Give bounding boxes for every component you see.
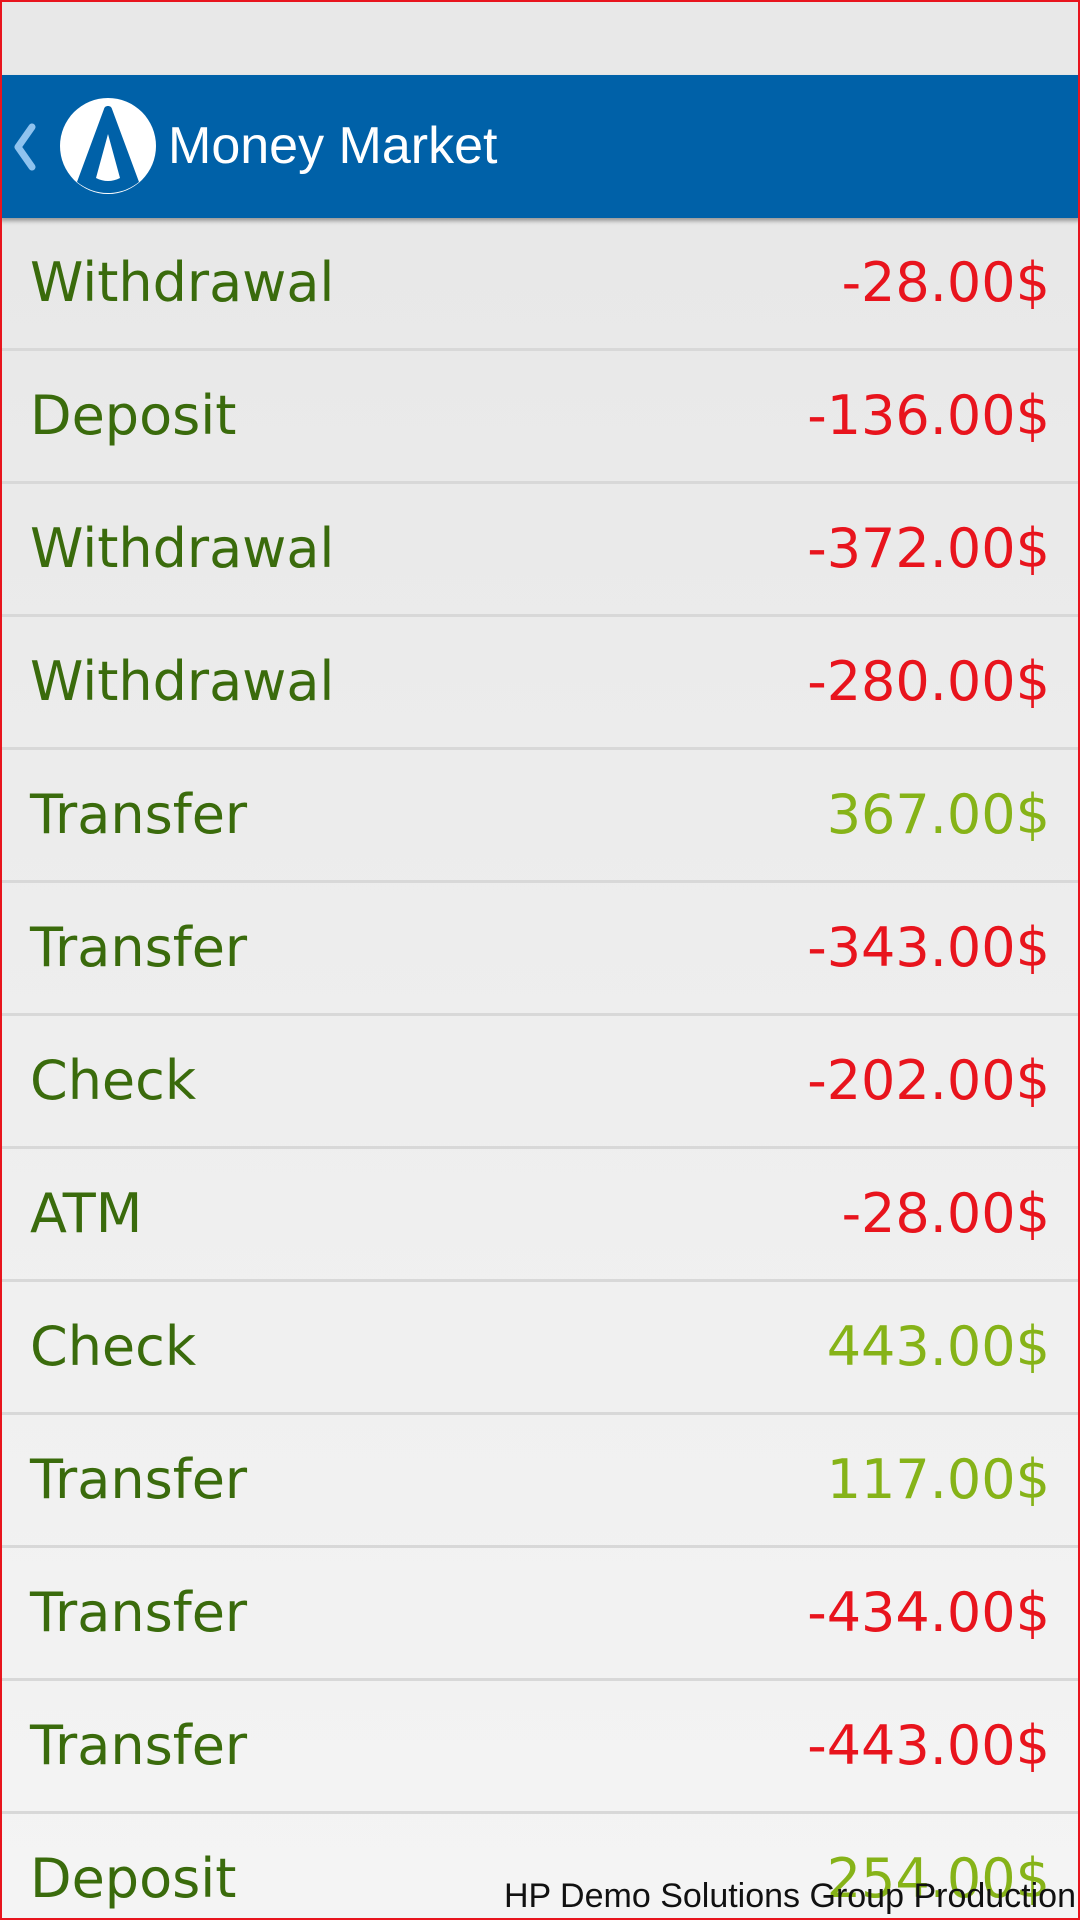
transaction-amount: 117.00$ xyxy=(826,1448,1050,1511)
transaction-type: Withdrawal xyxy=(30,517,335,580)
transaction-type: Transfer xyxy=(30,783,248,846)
transaction-row[interactable]: Withdrawal -372.00$ xyxy=(0,484,1080,617)
transaction-amount: -28.00$ xyxy=(841,1182,1050,1245)
transaction-type: Transfer xyxy=(30,1714,248,1777)
transaction-type: Deposit xyxy=(30,1847,237,1910)
transaction-row[interactable]: Check 443.00$ xyxy=(0,1282,1080,1415)
transaction-amount: -434.00$ xyxy=(807,1581,1050,1644)
transaction-amount: -343.00$ xyxy=(807,916,1050,979)
transaction-type: Deposit xyxy=(30,384,237,447)
transaction-list: Withdrawal -28.00$ Deposit -136.00$ Withdraw… xyxy=(0,218,1080,1920)
transaction-type: ATM xyxy=(30,1182,143,1245)
transaction-amount: 443.00$ xyxy=(826,1315,1050,1378)
transaction-amount: -136.00$ xyxy=(807,384,1050,447)
transaction-row[interactable]: Transfer -343.00$ xyxy=(0,883,1080,1016)
transaction-amount: 367.00$ xyxy=(826,783,1050,846)
transaction-type: Check xyxy=(30,1049,197,1112)
page-title: Money Market xyxy=(168,117,498,175)
transaction-row[interactable]: ATM -28.00$ xyxy=(0,1149,1080,1282)
transaction-row[interactable]: Transfer 117.00$ xyxy=(0,1415,1080,1548)
action-bar: Money Market xyxy=(0,75,1080,218)
transaction-row[interactable]: Transfer 367.00$ xyxy=(0,750,1080,883)
back-button[interactable] xyxy=(0,75,160,218)
app-logo-icon xyxy=(60,98,156,194)
transaction-row[interactable]: Transfer -434.00$ xyxy=(0,1548,1080,1681)
transaction-row[interactable]: Withdrawal -280.00$ xyxy=(0,617,1080,750)
status-bar xyxy=(0,0,1080,75)
transaction-amount: -372.00$ xyxy=(807,517,1050,580)
footer-credit: HP Demo Solutions Group Production xyxy=(503,1877,1076,1915)
transaction-type: Transfer xyxy=(30,916,248,979)
transaction-type: Withdrawal xyxy=(30,251,335,314)
transaction-amount: -202.00$ xyxy=(807,1049,1050,1112)
transaction-amount: -28.00$ xyxy=(841,251,1050,314)
transaction-type: Withdrawal xyxy=(30,650,335,713)
transaction-row[interactable]: Deposit -136.00$ xyxy=(0,351,1080,484)
transaction-type: Check xyxy=(30,1315,197,1378)
transaction-row[interactable]: Check -202.00$ xyxy=(0,1016,1080,1149)
transaction-type: Transfer xyxy=(30,1581,248,1644)
transaction-type: Transfer xyxy=(30,1448,248,1511)
chevron-left-icon xyxy=(14,123,36,171)
transaction-row[interactable]: Withdrawal -28.00$ xyxy=(0,218,1080,351)
transaction-amount: -280.00$ xyxy=(807,650,1050,713)
transaction-amount: -443.00$ xyxy=(807,1714,1050,1777)
transaction-row[interactable]: Transfer -443.00$ xyxy=(0,1681,1080,1814)
